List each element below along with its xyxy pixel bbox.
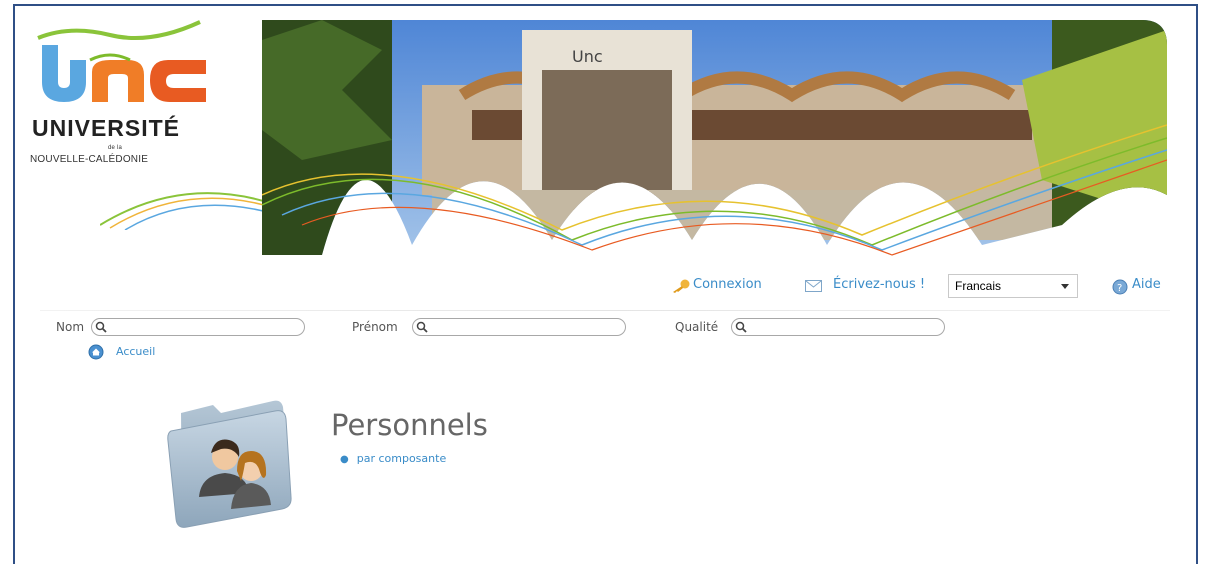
contact-link[interactable]: Écrivez-nous ! xyxy=(833,277,925,292)
list-item[interactable]: ● par composante xyxy=(340,452,446,465)
search-input-prenom[interactable] xyxy=(412,318,626,336)
key-icon xyxy=(673,279,690,293)
search-label-nom: Nom xyxy=(56,320,85,334)
svg-text:?: ? xyxy=(1117,283,1122,294)
mail-icon xyxy=(805,280,822,292)
divider xyxy=(40,310,1170,311)
search-icon xyxy=(416,321,428,333)
search-icon xyxy=(95,321,107,333)
university-logo[interactable]: UNIVERSITÉ de la NOUVELLE-CALÉDONIE xyxy=(30,20,220,170)
people-folder-icon[interactable] xyxy=(163,385,298,530)
page-title: Personnels xyxy=(331,408,488,442)
search-label-qualite: Qualité xyxy=(675,320,719,334)
home-icon xyxy=(88,344,104,360)
bullet-icon: ● xyxy=(340,454,349,465)
unc-logo-mark xyxy=(37,20,206,102)
search-input-nom[interactable] xyxy=(91,318,305,336)
language-select-value: Francais xyxy=(955,279,1002,293)
par-composante-link[interactable]: par composante xyxy=(357,452,446,465)
home-link[interactable]: Accueil xyxy=(116,345,155,358)
logo-title: UNIVERSITÉ xyxy=(32,115,181,141)
language-select[interactable]: Francais xyxy=(948,274,1078,298)
login-link[interactable]: Connexion xyxy=(693,277,762,292)
logo-small-text: de la xyxy=(108,145,123,151)
chevron-down-icon xyxy=(1061,284,1069,289)
help-link[interactable]: Aide xyxy=(1132,277,1161,292)
help-icon: ? xyxy=(1112,279,1128,295)
campus-banner-image: Unc xyxy=(262,20,1167,256)
search-input-qualite[interactable] xyxy=(731,318,945,336)
search-label-prenom: Prénom xyxy=(352,320,398,334)
logo-subtitle: de la NOUVELLE-CALÉDONIE xyxy=(30,145,220,165)
search-icon xyxy=(735,321,747,333)
svg-text:Unc: Unc xyxy=(572,47,603,66)
logo-subtitle-text: NOUVELLE-CALÉDONIE xyxy=(30,154,149,165)
